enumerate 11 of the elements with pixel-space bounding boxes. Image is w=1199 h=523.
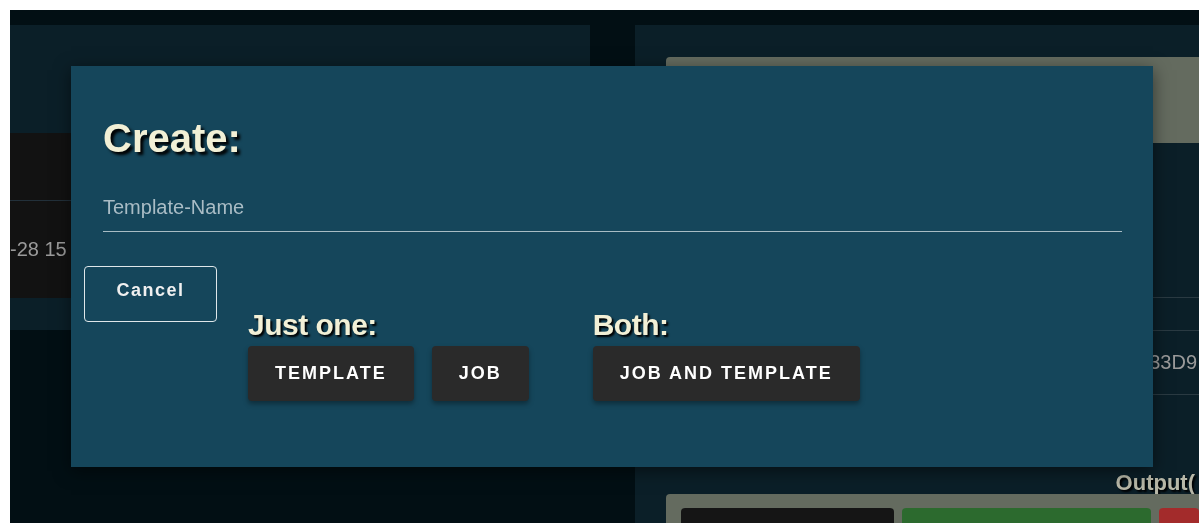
create-button[interactable]: JOB <box>431 346 529 401</box>
section-heading: Output( <box>1115 472 1195 494</box>
group-heading: Just one: <box>248 310 377 340</box>
create-button[interactable]: TEMPLATE <box>248 346 414 401</box>
id-text: 33D9 <box>1149 351 1197 374</box>
template-name-field[interactable]: Template-Name <box>103 196 1122 232</box>
cancel-button[interactable]: Cancel <box>84 266 217 322</box>
create-button[interactable]: JOB AND TEMPLATE <box>592 346 860 401</box>
group-heading: Both: <box>592 310 669 340</box>
date-text: -28 15 <box>10 238 67 261</box>
dialog-title: Create: <box>103 118 241 158</box>
